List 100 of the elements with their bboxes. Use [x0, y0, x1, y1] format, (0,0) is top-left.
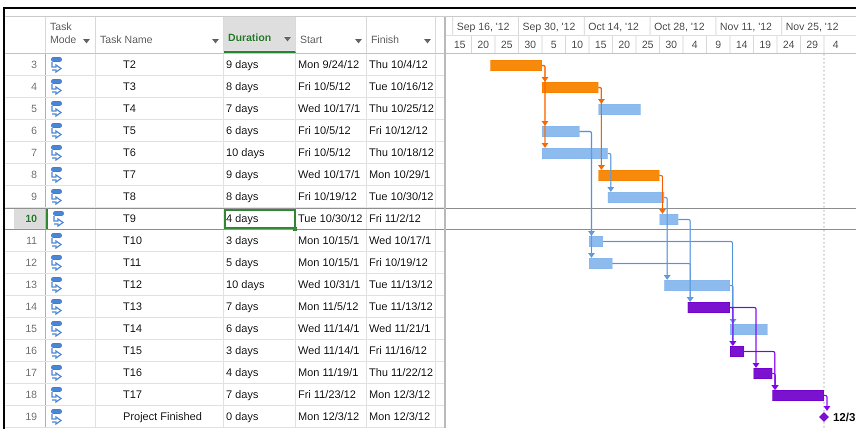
task-name-cell[interactable]: T11 [96, 252, 224, 273]
task-name-cell[interactable]: T13 [96, 296, 224, 317]
row-number[interactable]: 17 [14, 362, 46, 383]
task-name-cell[interactable]: T2 [96, 54, 224, 75]
duration-cell[interactable]: 4 days [224, 209, 296, 229]
finish-date-cell[interactable]: Fri 11/16/12 [367, 340, 436, 361]
finish-date-cell[interactable]: Mon 10/29/1 [367, 164, 436, 185]
finish-date-cell[interactable]: Wed 11/21/1 [367, 318, 436, 339]
finish-date-cell[interactable]: Wed 10/17/1 [367, 230, 436, 251]
duration-cell[interactable]: 6 days [224, 120, 296, 141]
duration-cell[interactable]: 5 days [224, 252, 296, 273]
task-bar[interactable] [598, 104, 641, 115]
row-number[interactable]: 15 [14, 318, 46, 339]
start-date-cell[interactable]: Mon 10/15/1 [296, 252, 367, 273]
finish-date-cell[interactable]: Thu 10/4/12 [367, 54, 436, 75]
duration-cell[interactable]: 6 days [224, 318, 296, 339]
duration-cell[interactable]: 4 days [224, 362, 296, 383]
dropdown-caret-icon[interactable] [424, 39, 431, 44]
task-name-cell[interactable]: T3 [96, 76, 224, 97]
finish-date-cell[interactable]: Tue 10/16/12 [367, 76, 436, 97]
finish-date-cell[interactable]: Tue 10/30/12 [367, 186, 436, 207]
finish-date-cell[interactable]: Mon 12/3/12 [367, 384, 436, 405]
start-date-cell[interactable]: Wed 10/17/1 [296, 164, 367, 185]
start-date-cell[interactable]: Fri 10/5/12 [296, 120, 367, 141]
finish-date-cell[interactable]: Fri 10/19/12 [367, 252, 436, 273]
duration-cell[interactable]: 8 days [224, 186, 296, 207]
dropdown-caret-icon[interactable] [212, 39, 219, 44]
finish-date-cell[interactable]: Tue 11/13/12 [367, 296, 436, 317]
task-name-cell[interactable]: T4 [96, 98, 224, 119]
start-date-cell[interactable]: Tue 10/30/12 [296, 209, 367, 229]
finish-date-cell[interactable]: Thu 11/22/12 [367, 362, 436, 383]
column-header[interactable]: Task Mode [46, 17, 96, 53]
timescale-label: Nov 11, '12 [720, 21, 772, 33]
duration-cell[interactable]: 7 days [224, 98, 296, 119]
row-number[interactable]: 11 [14, 230, 46, 251]
task-name-cell[interactable]: T6 [96, 142, 224, 163]
start-date-cell[interactable]: Mon 11/5/12 [296, 296, 367, 317]
start-date-cell[interactable]: Fri 10/19/12 [296, 186, 367, 207]
dropdown-caret-icon[interactable] [83, 39, 90, 44]
duration-cell[interactable]: 0 days [224, 406, 296, 427]
start-date-cell[interactable]: Wed 10/17/1 [296, 98, 367, 119]
duration-cell[interactable]: 8 days [224, 76, 296, 97]
finish-date-cell[interactable]: Fri 10/12/12 [367, 120, 436, 141]
task-name-cell[interactable]: T14 [96, 318, 224, 339]
auto-schedule-icon [50, 232, 64, 250]
row-number[interactable]: 13 [14, 274, 46, 295]
duration-cell[interactable]: 7 days [224, 384, 296, 405]
duration-cell[interactable]: 9 days [224, 54, 296, 75]
finish-date-cell[interactable]: Mon 12/3/12 [367, 406, 436, 427]
duration-cell[interactable]: 10 days [224, 274, 296, 295]
start-date-cell[interactable]: Mon 12/3/12 [296, 406, 367, 427]
dependency-arrow [824, 394, 830, 411]
task-name-cell[interactable]: T8 [96, 186, 224, 207]
task-name-cell[interactable]: T12 [96, 274, 224, 295]
row-number[interactable]: 18 [14, 384, 46, 405]
row-number[interactable]: 7 [14, 142, 46, 163]
timescale-label: Sep 16, '12 [456, 21, 510, 33]
task-name-cell[interactable]: T16 [96, 362, 224, 383]
duration-cell[interactable]: 9 days [224, 164, 296, 185]
duration-cell[interactable]: 3 days [224, 230, 296, 251]
task-name-cell[interactable]: T10 [96, 230, 224, 251]
task-name-cell[interactable]: T15 [96, 340, 224, 361]
column-header[interactable]: Start [296, 17, 367, 53]
row-number[interactable]: 6 [14, 120, 46, 141]
start-date-cell[interactable]: Mon 11/19/1 [296, 362, 367, 383]
dropdown-caret-icon[interactable] [284, 37, 291, 42]
finish-date-cell[interactable]: Thu 10/18/12 [367, 142, 436, 163]
start-date-cell[interactable]: Fri 11/23/12 [296, 384, 367, 405]
row-number[interactable]: 16 [14, 340, 46, 361]
row-number[interactable]: 19 [14, 406, 46, 427]
task-name-cell[interactable]: Project Finished [96, 406, 224, 427]
duration-cell[interactable]: 10 days [224, 142, 296, 163]
finish-date-cell[interactable]: Tue 11/13/12 [367, 274, 436, 295]
start-date-cell[interactable]: Wed 11/14/1 [296, 318, 367, 339]
start-date-cell[interactable]: Fri 10/5/12 [296, 142, 367, 163]
row-number[interactable]: 12 [14, 252, 46, 273]
start-date-cell[interactable]: Wed 11/14/1 [296, 340, 367, 361]
dropdown-caret-icon[interactable] [355, 39, 362, 44]
row-number[interactable]: 14 [14, 296, 46, 317]
task-name-cell[interactable]: T7 [96, 164, 224, 185]
row-number[interactable]: 9 [14, 186, 46, 207]
auto-schedule-icon [50, 342, 64, 360]
finish-date-cell[interactable]: Thu 10/25/12 [367, 98, 436, 119]
start-date-cell[interactable]: Mon 10/15/1 [296, 230, 367, 251]
duration-cell[interactable]: 7 days [224, 296, 296, 317]
finish-date-cell[interactable]: Fri 11/2/12 [367, 209, 436, 229]
duration-cell[interactable]: 3 days [224, 340, 296, 361]
start-date-cell[interactable]: Mon 9/24/12 [296, 54, 367, 75]
start-date-cell[interactable]: Wed 10/31/1 [296, 274, 367, 295]
task-name-cell[interactable]: T5 [96, 120, 224, 141]
task-name-cell[interactable]: T17 [96, 384, 224, 405]
row-number[interactable]: 8 [14, 164, 46, 185]
row-number[interactable]: 5 [14, 98, 46, 119]
task-name-cell[interactable]: T9 [96, 209, 224, 229]
column-header[interactable]: Finish [367, 17, 436, 53]
row-number[interactable]: 3 [14, 54, 46, 75]
start-date-cell[interactable]: Fri 10/5/12 [296, 76, 367, 97]
column-header[interactable]: Duration [224, 17, 296, 53]
row-number[interactable]: 10 [14, 209, 46, 229]
row-number[interactable]: 4 [14, 76, 46, 97]
